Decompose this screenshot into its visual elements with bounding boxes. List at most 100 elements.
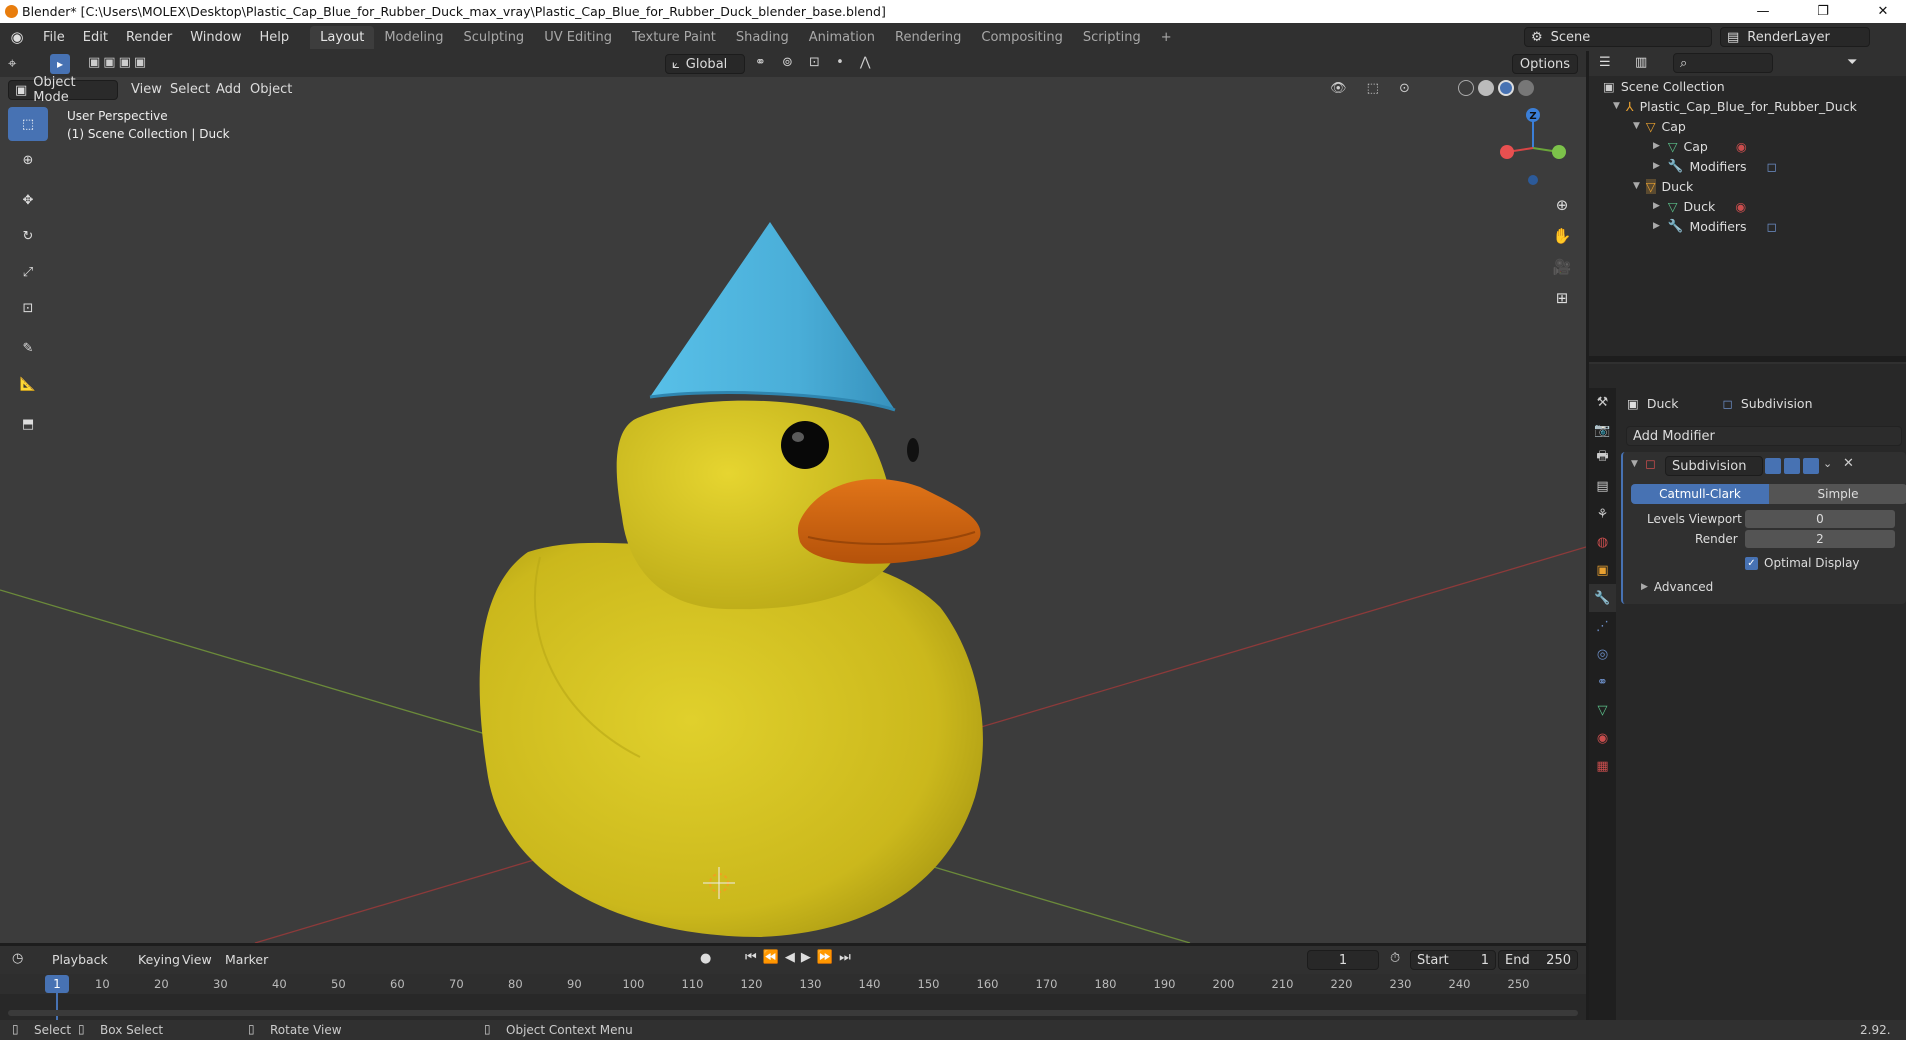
tool-tab-icon[interactable]: ⚒ — [1589, 388, 1616, 416]
menu-window[interactable]: Window — [181, 30, 250, 45]
frame-ruler[interactable]: 10 20 30 40 50 60 70 80 90 100 110 120 130 140 150 160 1… — [0, 974, 1586, 994]
tab-texture-paint[interactable]: Texture Paint — [622, 26, 726, 49]
tab-layout[interactable]: Layout — [310, 25, 375, 49]
menu-file[interactable]: File — [34, 30, 74, 45]
prev-keyframe-icon[interactable]: ⏪ — [763, 950, 779, 965]
tab-sculpting[interactable]: Sculpting — [453, 26, 534, 49]
tab-rendering[interactable]: Rendering — [885, 26, 971, 49]
scene-tab-icon[interactable]: ⚘ — [1589, 500, 1616, 528]
outliner-item-duck[interactable]: ▼ ▽ Duck — [1633, 176, 1693, 196]
navigation-gizmo[interactable]: Z — [1490, 105, 1570, 185]
play-icon[interactable]: ▶ — [801, 950, 811, 965]
selection-mode-icons[interactable]: ▣▣▣▣ — [88, 55, 149, 70]
view-layer-selector[interactable]: ▤ RenderLayer — [1720, 27, 1870, 47]
menu-keying[interactable]: Keying — [138, 952, 180, 967]
select-box-tool-icon[interactable]: ⬚ — [8, 107, 48, 141]
menu-view[interactable]: View — [131, 82, 162, 97]
outliner-root[interactable]: ▣ Scene Collection — [1603, 76, 1725, 96]
object-tab-icon[interactable]: ▣ — [1589, 556, 1616, 584]
options-dropdown[interactable]: Options — [1512, 54, 1578, 74]
scene-selector[interactable]: ⚙ Scene — [1524, 27, 1712, 47]
collapse-arrow-icon[interactable]: ▼ — [1631, 459, 1638, 469]
expand-arrow-icon[interactable]: ▶ — [1653, 161, 1660, 171]
ortho-grid-icon[interactable]: ⊞ — [1549, 285, 1575, 311]
constraints-tab-icon[interactable]: ⚭ — [1589, 668, 1616, 696]
remove-modifier-icon[interactable]: ✕ — [1843, 456, 1854, 471]
menu-edit[interactable]: Edit — [74, 30, 117, 45]
visibility-overlay-icons[interactable]: 👁 ⬚ ⊙ — [1330, 81, 1418, 96]
rendered-shading-icon[interactable] — [1518, 80, 1534, 96]
advanced-subpanel-header[interactable]: ▶ Advanced — [1641, 580, 1713, 594]
editor-type-icon[interactable]: ⌖ — [8, 54, 16, 72]
outliner-item-duck-mesh[interactable]: ▶ ▽ Duck ◉ — [1653, 196, 1746, 216]
menu-select[interactable]: Select — [170, 82, 210, 97]
render-levels-field[interactable]: 2 — [1745, 530, 1895, 548]
solid-shading-icon[interactable] — [1478, 80, 1494, 96]
expand-arrow-icon[interactable]: ▶ — [1653, 141, 1660, 151]
view-layer-tab-icon[interactable]: ▤ — [1589, 472, 1616, 500]
jump-start-icon[interactable]: ⏮ — [745, 950, 757, 965]
jump-end-icon[interactable]: ⏭ — [839, 950, 851, 965]
transform-orientation-dropdown[interactable]: ⟀ Global — [665, 54, 745, 74]
mesh-data-tab-icon[interactable]: ▽ — [1589, 696, 1616, 724]
start-frame-field[interactable]: Start 1 — [1410, 950, 1496, 970]
expand-arrow-icon[interactable]: ▼ — [1633, 121, 1640, 131]
tab-uv-editing[interactable]: UV Editing — [534, 26, 622, 49]
outliner-collection-row[interactable]: ▼ ⅄ Plastic_Cap_Blue_for_Rubber_Duck — [1613, 96, 1857, 116]
pan-hand-icon[interactable]: ✋ — [1549, 223, 1575, 249]
outliner-search-input[interactable]: ⌕ — [1673, 53, 1773, 73]
select-mode-icon[interactable]: ▸ — [50, 54, 70, 74]
add-modifier-dropdown[interactable]: Add Modifier — [1626, 426, 1902, 446]
outliner-item-duck-modifiers[interactable]: ▶ 🔧 Modifiers ◻ — [1653, 216, 1777, 236]
menu-help[interactable]: Help — [251, 30, 299, 45]
menu-playback[interactable]: Playback — [52, 952, 108, 967]
close-window-button[interactable]: ✕ — [1860, 0, 1906, 23]
expand-arrow-icon[interactable]: ▶ — [1653, 201, 1660, 211]
material-shading-icon[interactable] — [1498, 80, 1514, 96]
material-tab-icon[interactable]: ◉ — [1589, 724, 1616, 752]
menu-add[interactable]: Add — [216, 82, 241, 97]
modifier-name-input[interactable]: Subdivision — [1665, 456, 1763, 476]
current-frame-field[interactable]: 1 — [1307, 950, 1379, 970]
editmode-toggle-icon[interactable] — [1765, 458, 1781, 474]
tab-modeling[interactable]: Modeling — [374, 26, 453, 49]
tab-animation[interactable]: Animation — [799, 26, 885, 49]
menu-marker[interactable]: Marker — [225, 952, 268, 967]
physics-tab-icon[interactable]: ◎ — [1589, 640, 1616, 668]
tab-scripting[interactable]: Scripting — [1073, 26, 1151, 49]
expand-arrow-icon[interactable]: ▶ — [1653, 221, 1660, 231]
timeline-area[interactable]: 10 20 30 40 50 60 70 80 90 100 110 120 130 140 150 160 1… — [0, 974, 1586, 1020]
outliner-editor-icon[interactable]: ☰ — [1599, 55, 1611, 70]
viewport-toggle-icon[interactable] — [1784, 458, 1800, 474]
tab-compositing[interactable]: Compositing — [971, 26, 1073, 49]
stopwatch-icon[interactable]: ⏱ — [1390, 951, 1400, 966]
output-tab-icon[interactable]: 🖶 — [1589, 444, 1616, 472]
particles-tab-icon[interactable]: ⋰ — [1589, 612, 1616, 640]
expand-arrow-icon[interactable]: ▼ — [1633, 181, 1640, 191]
snap-proportional-icons[interactable]: ⚭ ⊚ ⊡ • ⋀ — [755, 55, 877, 70]
modifier-menu-icon[interactable]: ⌄ — [1823, 457, 1832, 470]
end-frame-field[interactable]: End 250 — [1498, 950, 1578, 970]
cursor-tool-icon[interactable]: ⊕ — [8, 143, 48, 177]
simple-option[interactable]: Simple — [1769, 484, 1906, 504]
catmull-clark-option[interactable]: Catmull-Clark — [1631, 484, 1769, 504]
timeline-editor-icon[interactable]: ◷ — [12, 951, 23, 966]
minimize-button[interactable]: — — [1740, 0, 1786, 23]
optimal-display-checkbox[interactable]: ✓ — [1745, 556, 1758, 570]
outliner-item-cap-mesh[interactable]: ▶ ▽ Cap ◉ — [1653, 136, 1747, 156]
menu-object[interactable]: Object — [250, 82, 292, 97]
record-icon[interactable]: ● — [700, 951, 711, 966]
camera-view-icon[interactable]: 🎥 — [1549, 254, 1575, 280]
render-tab-icon[interactable]: 📷 — [1589, 416, 1616, 444]
wireframe-shading-icon[interactable] — [1458, 80, 1474, 96]
outliner-item-cap[interactable]: ▼ ▽ Cap — [1633, 116, 1686, 136]
timeline-scrollbar[interactable] — [8, 1010, 1578, 1016]
play-reverse-icon[interactable]: ◀ — [785, 950, 795, 965]
world-tab-icon[interactable]: ◍ — [1589, 528, 1616, 556]
blender-menu-icon[interactable]: ◉ — [0, 28, 34, 46]
expand-arrow-icon[interactable]: ▼ — [1613, 101, 1620, 111]
scale-tool-icon[interactable]: ⤢ — [8, 255, 48, 289]
transform-tool-icon[interactable]: ⊡ — [8, 291, 48, 325]
restore-button[interactable]: ❐ — [1800, 0, 1846, 23]
object-mode-dropdown[interactable]: ▣ Object Mode — [8, 75, 118, 105]
